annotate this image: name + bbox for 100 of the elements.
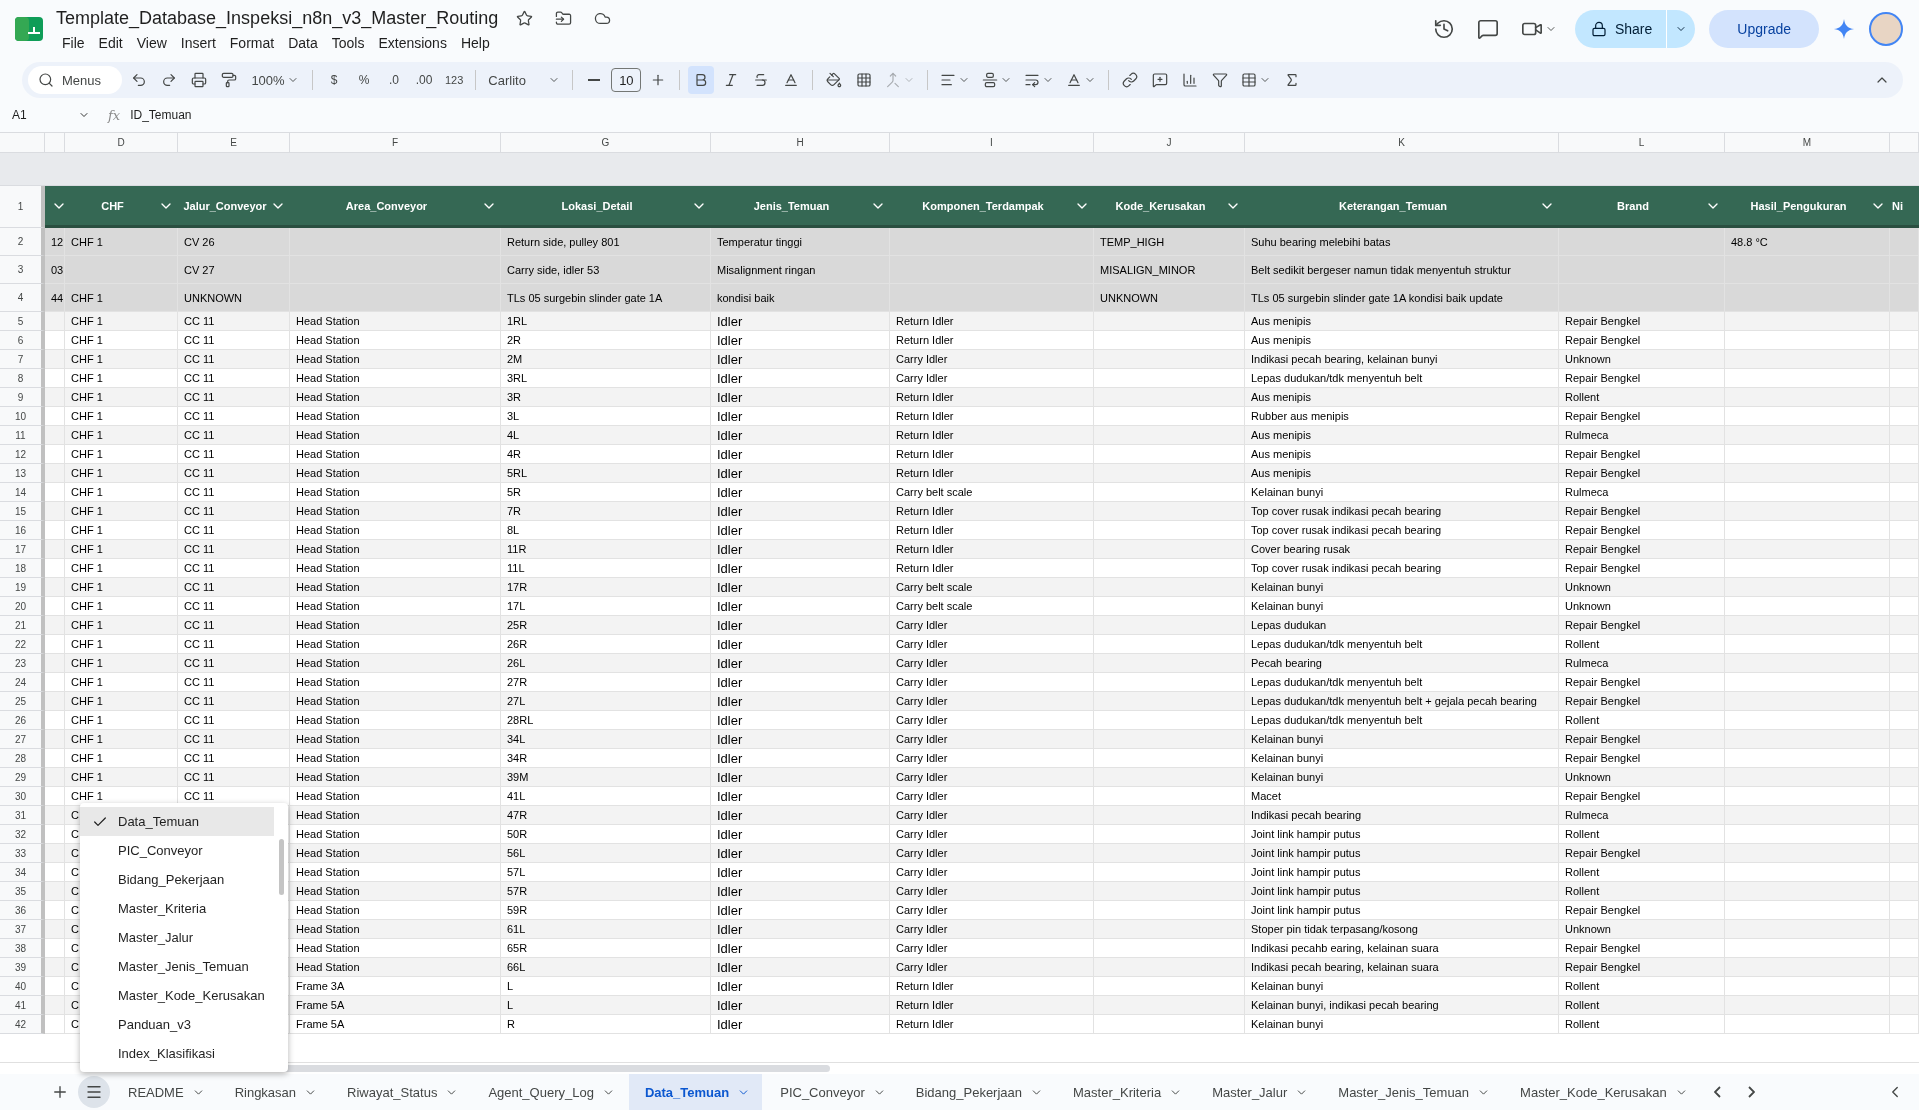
all-sheets-button[interactable]: [78, 1076, 110, 1108]
sheet-tab[interactable]: README: [112, 1074, 217, 1110]
row-number[interactable]: 29: [0, 768, 45, 787]
menu-item[interactable]: Insert: [174, 33, 222, 53]
menu-item[interactable]: Edit: [92, 33, 129, 53]
column-header[interactable]: H: [711, 133, 890, 153]
row-number[interactable]: 21: [0, 616, 45, 635]
row-number[interactable]: 16: [0, 521, 45, 540]
table-cell: Return Idler: [890, 312, 1094, 331]
menu-scrollbar-thumb[interactable]: [279, 839, 284, 895]
row-number[interactable]: 13: [0, 464, 45, 483]
row-number[interactable]: 22: [0, 635, 45, 654]
row-number[interactable]: 4: [0, 284, 45, 312]
row-number[interactable]: 19: [0, 578, 45, 597]
row-number[interactable]: 18: [0, 559, 45, 578]
column-header[interactable]: F: [290, 133, 501, 153]
menu-item[interactable]: Format: [223, 33, 281, 53]
sheet-menu-item[interactable]: Index_Klasifikasi: [80, 1039, 274, 1068]
row-number[interactable]: 23: [0, 654, 45, 673]
row-number[interactable]: 2: [0, 228, 45, 256]
row-number[interactable]: 6: [0, 331, 45, 350]
row-number[interactable]: 5: [0, 312, 45, 331]
sheet-tab[interactable]: Riwayat_Status: [331, 1074, 471, 1110]
menu-item[interactable]: Tools: [325, 33, 371, 53]
column-header[interactable]: L: [1559, 133, 1725, 153]
row-number[interactable]: 41: [0, 996, 45, 1015]
menu-item[interactable]: Help: [454, 33, 496, 53]
row-number[interactable]: 42: [0, 1015, 45, 1034]
formula-field[interactable]: ID_Temuan: [130, 108, 192, 122]
zoom-dropdown[interactable]: 100%: [246, 66, 304, 94]
sparkle-icon[interactable]: [1833, 18, 1855, 40]
row-number[interactable]: 15: [0, 502, 45, 521]
bold-button[interactable]: [688, 66, 715, 94]
sheet-tab[interactable]: Ringkasan: [218, 1074, 330, 1110]
percent-button[interactable]: %: [351, 66, 377, 94]
menu-item[interactable]: Extensions: [372, 33, 453, 53]
sheet-menu-item[interactable]: Data_Temuan: [80, 807, 274, 836]
font-size-field[interactable]: 10: [611, 68, 642, 92]
column-header[interactable]: K: [1245, 133, 1559, 153]
row-number[interactable]: 11: [0, 426, 45, 445]
upgrade-button[interactable]: Upgrade: [1709, 10, 1819, 48]
row-number[interactable]: 28: [0, 749, 45, 768]
document-title[interactable]: Template_Database_Inspeksi_n8n_v3_Master_Routing: [56, 8, 499, 29]
row-number[interactable]: 27: [0, 730, 45, 749]
column-header[interactable]: I: [890, 133, 1094, 153]
row-number[interactable]: 33: [0, 844, 45, 863]
sheet-tab[interactable]: Master_Kriteria: [1057, 1074, 1195, 1110]
menu-item[interactable]: View: [130, 33, 173, 53]
increase-decimals-button[interactable]: .00: [411, 66, 437, 94]
sheet-tab[interactable]: Data_Temuan: [628, 1074, 763, 1110]
row-number[interactable]: 38: [0, 939, 45, 958]
row-number[interactable]: 25: [0, 692, 45, 711]
sheet-tab[interactable]: Master_Kode_Kerusakan: [1504, 1074, 1700, 1110]
menu-item[interactable]: File: [56, 33, 91, 53]
menu-item[interactable]: Data: [282, 33, 324, 53]
row-number[interactable]: 14: [0, 483, 45, 502]
column-header[interactable]: G: [501, 133, 711, 153]
sheet-tab[interactable]: Agent_Query_Log: [472, 1074, 627, 1110]
row-number[interactable]: 34: [0, 863, 45, 882]
row-number[interactable]: 30: [0, 787, 45, 806]
table-cell: Repair Bengkel: [1559, 502, 1725, 521]
row-number[interactable]: 10: [0, 407, 45, 426]
horizontal-scrollbar[interactable]: [0, 1062, 1919, 1074]
column-heading: CHF: [101, 199, 124, 212]
more-formats-button[interactable]: 123: [441, 66, 468, 94]
row-number[interactable]: 20: [0, 597, 45, 616]
row-number[interactable]: 32: [0, 825, 45, 844]
row-number[interactable]: 1: [0, 186, 45, 228]
sheet-tab[interactable]: PIC_Conveyor: [764, 1074, 898, 1110]
currency-button[interactable]: $: [321, 66, 347, 94]
row-number[interactable]: 36: [0, 901, 45, 920]
sheet-tab[interactable]: Master_Jenis_Temuan: [1322, 1074, 1503, 1110]
row-number[interactable]: 17: [0, 540, 45, 559]
decrease-decimals-button[interactable]: .0: [381, 66, 407, 94]
account-avatar[interactable]: [1869, 12, 1903, 46]
column-header[interactable]: D: [65, 133, 178, 153]
row-number[interactable]: 3: [0, 256, 45, 284]
row-number[interactable]: 26: [0, 711, 45, 730]
sheet-tab[interactable]: Bidang_Pekerjaan: [899, 1074, 1055, 1110]
column-header[interactable]: M: [1725, 133, 1890, 153]
column-header[interactable]: E: [178, 133, 290, 153]
row-number[interactable]: 37: [0, 920, 45, 939]
share-button[interactable]: Share: [1574, 10, 1667, 48]
row-number[interactable]: 24: [0, 673, 45, 692]
row-number[interactable]: 9: [0, 388, 45, 407]
sheet-tab[interactable]: Master_Jalur: [1196, 1074, 1321, 1110]
row-number[interactable]: 8: [0, 369, 45, 388]
row-number[interactable]: 12: [0, 445, 45, 464]
menus-search-field[interactable]: Menus: [28, 66, 122, 94]
cell-reference-field[interactable]: A1: [12, 108, 72, 122]
row-number[interactable]: 39: [0, 958, 45, 977]
row-number[interactable]: 35: [0, 882, 45, 901]
column-heading: Hasil_Pengukuran: [1750, 199, 1847, 212]
row-number[interactable]: 31: [0, 806, 45, 825]
row-number[interactable]: 40: [0, 977, 45, 996]
table-cell: Joint link hampir putus: [1245, 825, 1559, 844]
column-header[interactable]: J: [1094, 133, 1245, 153]
font-dropdown[interactable]: Carlito: [484, 66, 565, 94]
row-number[interactable]: 7: [0, 350, 45, 369]
table-cell: Carry Idler: [890, 863, 1094, 882]
